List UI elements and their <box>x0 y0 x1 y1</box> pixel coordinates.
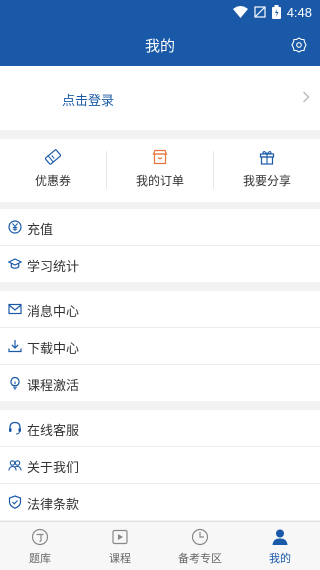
menu-label: 关于我们 <box>27 461 80 476</box>
chevron-right-icon <box>303 91 310 103</box>
menu-item-downloads[interactable]: 下载中心 <box>0 328 320 365</box>
coupon-label: 优惠券 <box>34 174 71 188</box>
user-icon <box>272 529 288 545</box>
wifi-icon <box>232 6 248 18</box>
coupon-button[interactable]: 优惠券 <box>0 139 106 202</box>
coupon-icon <box>45 149 61 165</box>
login-label[interactable]: 点击登录 <box>62 90 114 109</box>
no-signal-icon <box>254 6 266 18</box>
menu-label: 法律条款 <box>27 498 80 513</box>
menu-group-account: 充值 学习统计 <box>0 209 320 282</box>
menu-item-messages[interactable]: 消息中心 <box>0 291 320 328</box>
menu-item-customer-service[interactable]: 在线客服 <box>0 410 320 447</box>
menu-group-support: 在线客服 关于我们 法律条款 <box>0 410 320 520</box>
bottom-tab-bar: 题库 课程 备考专区 我的 <box>0 521 320 570</box>
my-orders-label: 我的订单 <box>135 174 184 188</box>
menu-item-study-stats[interactable]: 学习统计 <box>0 246 320 282</box>
play-icon <box>112 529 128 545</box>
gift-icon <box>259 150 275 165</box>
question-bank-icon <box>31 528 49 546</box>
menu-label: 消息中心 <box>27 305 80 320</box>
download-icon <box>8 340 22 353</box>
menu-label: 在线客服 <box>27 424 80 439</box>
menu-label: 下载中心 <box>27 342 80 357</box>
menu-group-content: 消息中心 下载中心 课程激活 <box>0 291 320 401</box>
page-title: 我的 <box>144 37 175 55</box>
status-icons: 4:48 <box>232 4 312 20</box>
tab-mine[interactable]: 我的 <box>240 522 320 570</box>
order-icon <box>152 149 168 165</box>
settings-icon[interactable] <box>291 37 307 53</box>
tab-question-bank[interactable]: 题库 <box>0 522 80 570</box>
header: 我的 <box>0 24 320 66</box>
graduation-cap-icon <box>8 258 22 269</box>
headset-icon <box>9 421 21 435</box>
status-time: 4:48 <box>286 4 312 20</box>
battery-icon <box>271 5 281 19</box>
tab-label: 备考专区 <box>178 552 222 565</box>
users-icon <box>8 460 22 471</box>
menu-item-recharge[interactable]: 充值 <box>0 209 320 246</box>
menu-label: 充值 <box>27 223 54 238</box>
my-orders-button[interactable]: 我的订单 <box>107 139 213 202</box>
recharge-icon <box>8 220 22 234</box>
tab-courses[interactable]: 课程 <box>80 522 160 570</box>
share-button[interactable]: 我要分享 <box>214 139 320 202</box>
menu-item-course-activation[interactable]: 课程激活 <box>0 365 320 401</box>
tab-label: 课程 <box>109 552 131 565</box>
tab-label: 题库 <box>29 552 51 565</box>
shield-icon <box>8 495 22 509</box>
tab-exam-prep[interactable]: 备考专区 <box>160 522 240 570</box>
lightbulb-icon <box>10 376 20 390</box>
quick-actions: 优惠券 我的订单 我要分享 <box>0 139 320 202</box>
share-label: 我要分享 <box>242 174 291 188</box>
menu-label: 学习统计 <box>27 260 80 275</box>
mail-icon <box>8 303 22 315</box>
clock-icon <box>191 528 209 546</box>
menu-item-about-us[interactable]: 关于我们 <box>0 447 320 484</box>
status-bar: 4:48 <box>0 0 320 24</box>
tab-label: 我的 <box>269 552 291 565</box>
login-row[interactable]: 点击登录 <box>0 66 320 130</box>
menu-label: 课程激活 <box>27 379 80 394</box>
menu-item-legal-terms[interactable]: 法律条款 <box>0 484 320 520</box>
